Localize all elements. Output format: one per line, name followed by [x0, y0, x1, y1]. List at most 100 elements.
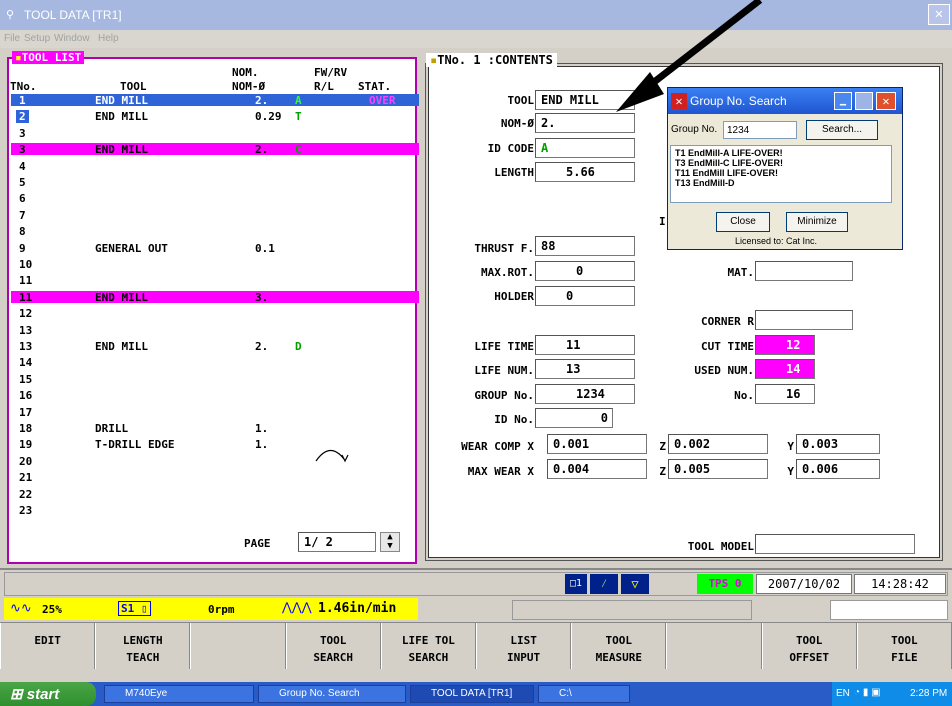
wear-comp-z-field[interactable]: 0.002 [668, 434, 768, 454]
menu-window[interactable]: Window [54, 33, 90, 44]
table-row[interactable]: 13 END MILL 2. D [11, 340, 419, 353]
close-button[interactable]: ✕ [928, 4, 950, 25]
cuttime-field[interactable]: 12 [755, 335, 815, 355]
table-row[interactable]: 2 END MILL 0.29 T [11, 110, 419, 124]
tray-clock: 2:28 PM [910, 688, 948, 699]
fkey-10-button[interactable]: TOOL FILE [856, 623, 952, 669]
page-label: PAGE [244, 537, 271, 550]
fkey-8-button[interactable] [666, 623, 762, 669]
dialog-group-input[interactable]: 1234 [723, 121, 797, 139]
thrust-field[interactable]: 88 [535, 236, 635, 256]
cell-tno: 20 [19, 454, 33, 468]
table-row[interactable]: 21 [11, 471, 419, 484]
table-row[interactable]: 1 END MILL 2. A OVER [11, 94, 419, 107]
start-button[interactable]: ⊞ start [0, 682, 96, 706]
table-row[interactable]: 10 [11, 258, 419, 271]
maxrot-field[interactable]: 0 [535, 261, 635, 281]
cell-tno: 18 [19, 422, 33, 435]
table-row[interactable]: 8 [11, 225, 419, 238]
tool-model-field[interactable] [755, 534, 915, 554]
fkey-2-button[interactable]: LENGTH TEACH [95, 623, 191, 669]
search-button[interactable]: Search... [806, 120, 878, 140]
maximize-button[interactable] [855, 92, 873, 110]
table-row[interactable]: 20 [11, 454, 419, 468]
taskbar-item-group-search[interactable]: Group No. Search [258, 685, 406, 703]
list-item[interactable]: T11 EndMill LIFE-OVER! [675, 168, 887, 178]
chevron-down-icon[interactable]: ▼ [387, 541, 392, 551]
fkey-5-button[interactable]: LIFE TOL SEARCH [380, 623, 476, 669]
corner-field[interactable] [755, 310, 853, 330]
wear-comp-x-field[interactable]: 0.001 [547, 434, 647, 454]
cell-tno: 16 [19, 389, 33, 403]
fkey-label: INPUT [507, 651, 541, 664]
cell-tno: 19 [19, 438, 33, 452]
fkey-1-button[interactable]: EDIT [0, 623, 96, 669]
cell-tool: END MILL [95, 110, 148, 124]
taskbar-item-tool-data[interactable]: TOOL DATA [TR1] [410, 685, 534, 703]
close-dialog-button[interactable]: Close [716, 212, 770, 232]
fkey-3-button[interactable] [190, 623, 286, 669]
fkey-label: SEARCH [313, 651, 354, 664]
windows-logo-icon: ⊞ [10, 686, 23, 703]
fkey-9-button[interactable]: TOOL OFFSET [761, 623, 857, 669]
lifetime-field[interactable]: 11 [535, 335, 635, 355]
mat-field[interactable] [755, 261, 853, 281]
taskbar-item-m740eye[interactable]: M740Eye [104, 685, 254, 703]
group-field[interactable]: 1234 [535, 384, 635, 404]
menu-file[interactable]: File [4, 33, 20, 44]
dialog-titlebar[interactable]: ✕ Group No. Search ▁ ✕ [668, 88, 902, 114]
table-row[interactable]: 3 END MILL 2. C OVER [11, 143, 419, 156]
max-wear-x-field[interactable]: 0.004 [547, 459, 647, 479]
graph-icon[interactable]: ⁄ [590, 574, 618, 594]
fkey-label: LIST [510, 634, 537, 647]
language-indicator[interactable]: EN [836, 688, 850, 699]
tray-icons[interactable]: ◔ ▮ ▣ [854, 687, 881, 698]
table-row[interactable]: 7 [11, 209, 419, 222]
dialog-close-button[interactable]: ✕ [876, 92, 896, 110]
fkey-7-button[interactable]: TOOL MEASURE [571, 623, 667, 669]
table-row[interactable]: 11 END MILL 3. OVER [11, 290, 419, 304]
table-row[interactable]: 5 [11, 176, 419, 189]
table-row[interactable]: 18 DRILL 1. [11, 422, 419, 435]
table-row[interactable]: 3 [11, 127, 419, 140]
lifenum-field[interactable]: 13 [535, 359, 635, 379]
flag-icon[interactable]: ▽ [621, 574, 649, 594]
minimize-dialog-button[interactable]: Minimize [786, 212, 848, 232]
fkey-6-button[interactable]: LIST INPUT [476, 623, 572, 669]
idno-field[interactable]: 0 [535, 408, 613, 428]
no-field[interactable]: 16 [755, 384, 815, 404]
cell-nom: 1. [255, 422, 269, 435]
minimize-button[interactable]: ▁ [834, 92, 852, 110]
table-row[interactable]: 14 [11, 356, 419, 369]
table-row[interactable]: 22 [11, 488, 419, 501]
menu-help[interactable]: Help [98, 33, 119, 44]
taskbar-item-explorer[interactable]: C:\ [538, 685, 630, 703]
list-item[interactable]: T13 EndMill-D [675, 178, 887, 188]
list-item[interactable]: T1 EndMill-A LIFE-OVER! [675, 148, 887, 158]
idcode-field[interactable]: A [535, 138, 635, 158]
table-row[interactable]: 15 [11, 373, 419, 386]
wear-comp-y-field[interactable]: 0.003 [796, 434, 880, 454]
page-spinner[interactable]: ▲ ▼ [380, 532, 400, 552]
holder-field[interactable]: 0 [535, 286, 635, 306]
menu-setup[interactable]: Setup [24, 33, 50, 44]
usednum-field[interactable]: 14 [755, 359, 815, 379]
length-field[interactable]: 5.66 [535, 162, 635, 182]
table-row[interactable]: 19 T-DRILL EDGE 1. [11, 438, 419, 452]
table-row[interactable]: 16 [11, 389, 419, 403]
table-row[interactable]: 23 [11, 504, 419, 517]
table-row[interactable]: 13 [11, 324, 419, 337]
window-titlebar[interactable]: ⚲ TOOL DATA [TR1] ✕ [0, 0, 952, 30]
max-wear-y-field[interactable]: 0.006 [796, 459, 880, 479]
camera-icon[interactable]: □1 [565, 574, 587, 594]
list-item[interactable]: T3 EndMill-C LIFE-OVER! [675, 158, 887, 168]
table-row[interactable]: 9 GENERAL OUT 0.1 [11, 242, 419, 255]
fkey-4-button[interactable]: TOOL SEARCH [285, 623, 381, 669]
table-row[interactable]: 6 [11, 192, 419, 205]
table-row[interactable]: 11 [11, 274, 419, 287]
table-row[interactable]: 12 [11, 307, 419, 320]
results-list[interactable]: T1 EndMill-A LIFE-OVER! T3 EndMill-C LIFE… [670, 145, 892, 203]
table-row[interactable]: 17 [11, 406, 419, 419]
table-row[interactable]: 4 [11, 160, 419, 173]
max-wear-z-field[interactable]: 0.005 [668, 459, 768, 479]
